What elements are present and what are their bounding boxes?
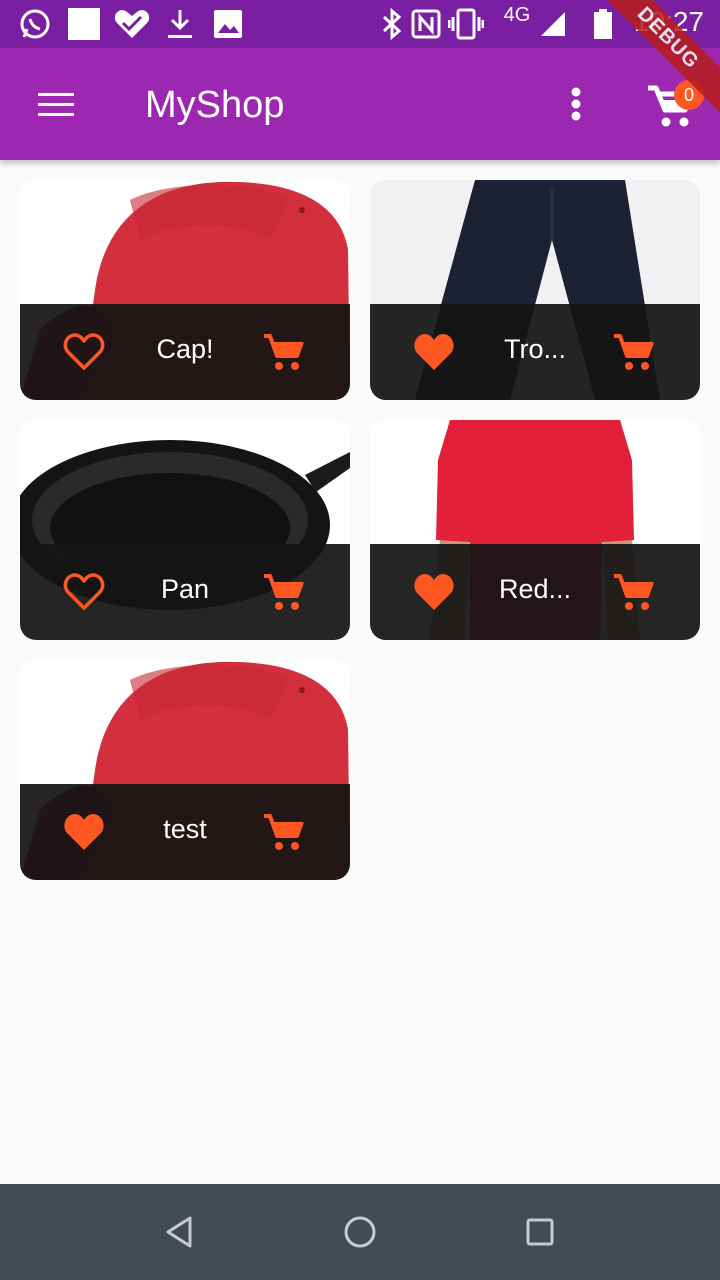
add-shopping-cart-icon <box>614 334 654 370</box>
product-title: Pan <box>160 574 210 604</box>
back-button[interactable] <box>160 1212 200 1252</box>
signal-icon <box>538 8 568 40</box>
heart-filled-icon <box>64 814 104 850</box>
cart-count-badge: 0 <box>674 80 704 110</box>
home-icon <box>344 1216 376 1248</box>
heart-outline-icon <box>63 573 105 610</box>
tile-footer: Tro... <box>370 304 700 400</box>
clock: 10:27 <box>633 6 704 37</box>
battery-icon <box>592 8 614 40</box>
image-icon <box>212 8 244 40</box>
add-shopping-cart-icon <box>264 574 304 610</box>
bluetooth-icon <box>380 8 404 40</box>
favorite-button[interactable] <box>62 330 106 374</box>
recents-button[interactable] <box>520 1212 560 1252</box>
product-title: Red... <box>498 574 572 604</box>
tile-footer: Pan <box>20 544 350 640</box>
tile-footer: Red... <box>370 544 700 640</box>
favorite-button[interactable] <box>412 570 456 614</box>
square-icon <box>66 8 102 40</box>
menu-button[interactable] <box>28 80 84 128</box>
tile-footer: test <box>20 784 350 880</box>
nfc-icon <box>410 8 442 40</box>
product-tile[interactable]: test <box>20 660 350 880</box>
home-button[interactable] <box>340 1212 380 1252</box>
add-to-cart-button[interactable] <box>612 570 656 614</box>
app-bar: MyShop 0 <box>0 48 720 160</box>
page-title: MyShop <box>145 84 285 126</box>
favorite-button[interactable] <box>412 330 456 374</box>
vibrate-icon <box>448 8 484 40</box>
download-icon <box>164 8 196 40</box>
tile-footer: Cap! <box>20 304 350 400</box>
add-to-cart-button[interactable] <box>262 330 306 374</box>
add-shopping-cart-icon <box>614 574 654 610</box>
cart-button[interactable]: 0 <box>640 74 704 138</box>
product-tile[interactable]: Tro... <box>370 180 700 400</box>
product-title: Cap! <box>156 334 214 364</box>
add-to-cart-button[interactable] <box>262 570 306 614</box>
add-to-cart-button[interactable] <box>612 330 656 374</box>
heart-filled-icon <box>414 334 454 370</box>
status-bar: 4G 10:27 <box>0 0 720 48</box>
add-shopping-cart-icon <box>264 334 304 370</box>
heart-filled-icon <box>414 574 454 610</box>
recents-icon <box>526 1218 554 1246</box>
favorite-button[interactable] <box>62 810 106 854</box>
product-title: test <box>163 814 207 844</box>
add-to-cart-button[interactable] <box>262 810 306 854</box>
hamburger-icon <box>38 93 74 116</box>
favorite-button[interactable] <box>62 570 106 614</box>
more-vert-icon <box>571 87 581 121</box>
product-title: Tro... <box>503 334 566 364</box>
product-tile[interactable]: Red... <box>370 420 700 640</box>
system-nav-bar <box>0 1184 720 1280</box>
product-tile[interactable]: Cap! <box>20 180 350 400</box>
heart-outline-icon <box>63 333 105 370</box>
health-heart-icon <box>112 8 152 40</box>
more-options-button[interactable] <box>556 76 596 132</box>
network-type: 4G <box>503 4 531 26</box>
whatsapp-icon <box>18 8 52 40</box>
product-tile[interactable]: Pan <box>20 420 350 640</box>
add-shopping-cart-icon <box>264 814 304 850</box>
back-icon <box>166 1216 192 1248</box>
